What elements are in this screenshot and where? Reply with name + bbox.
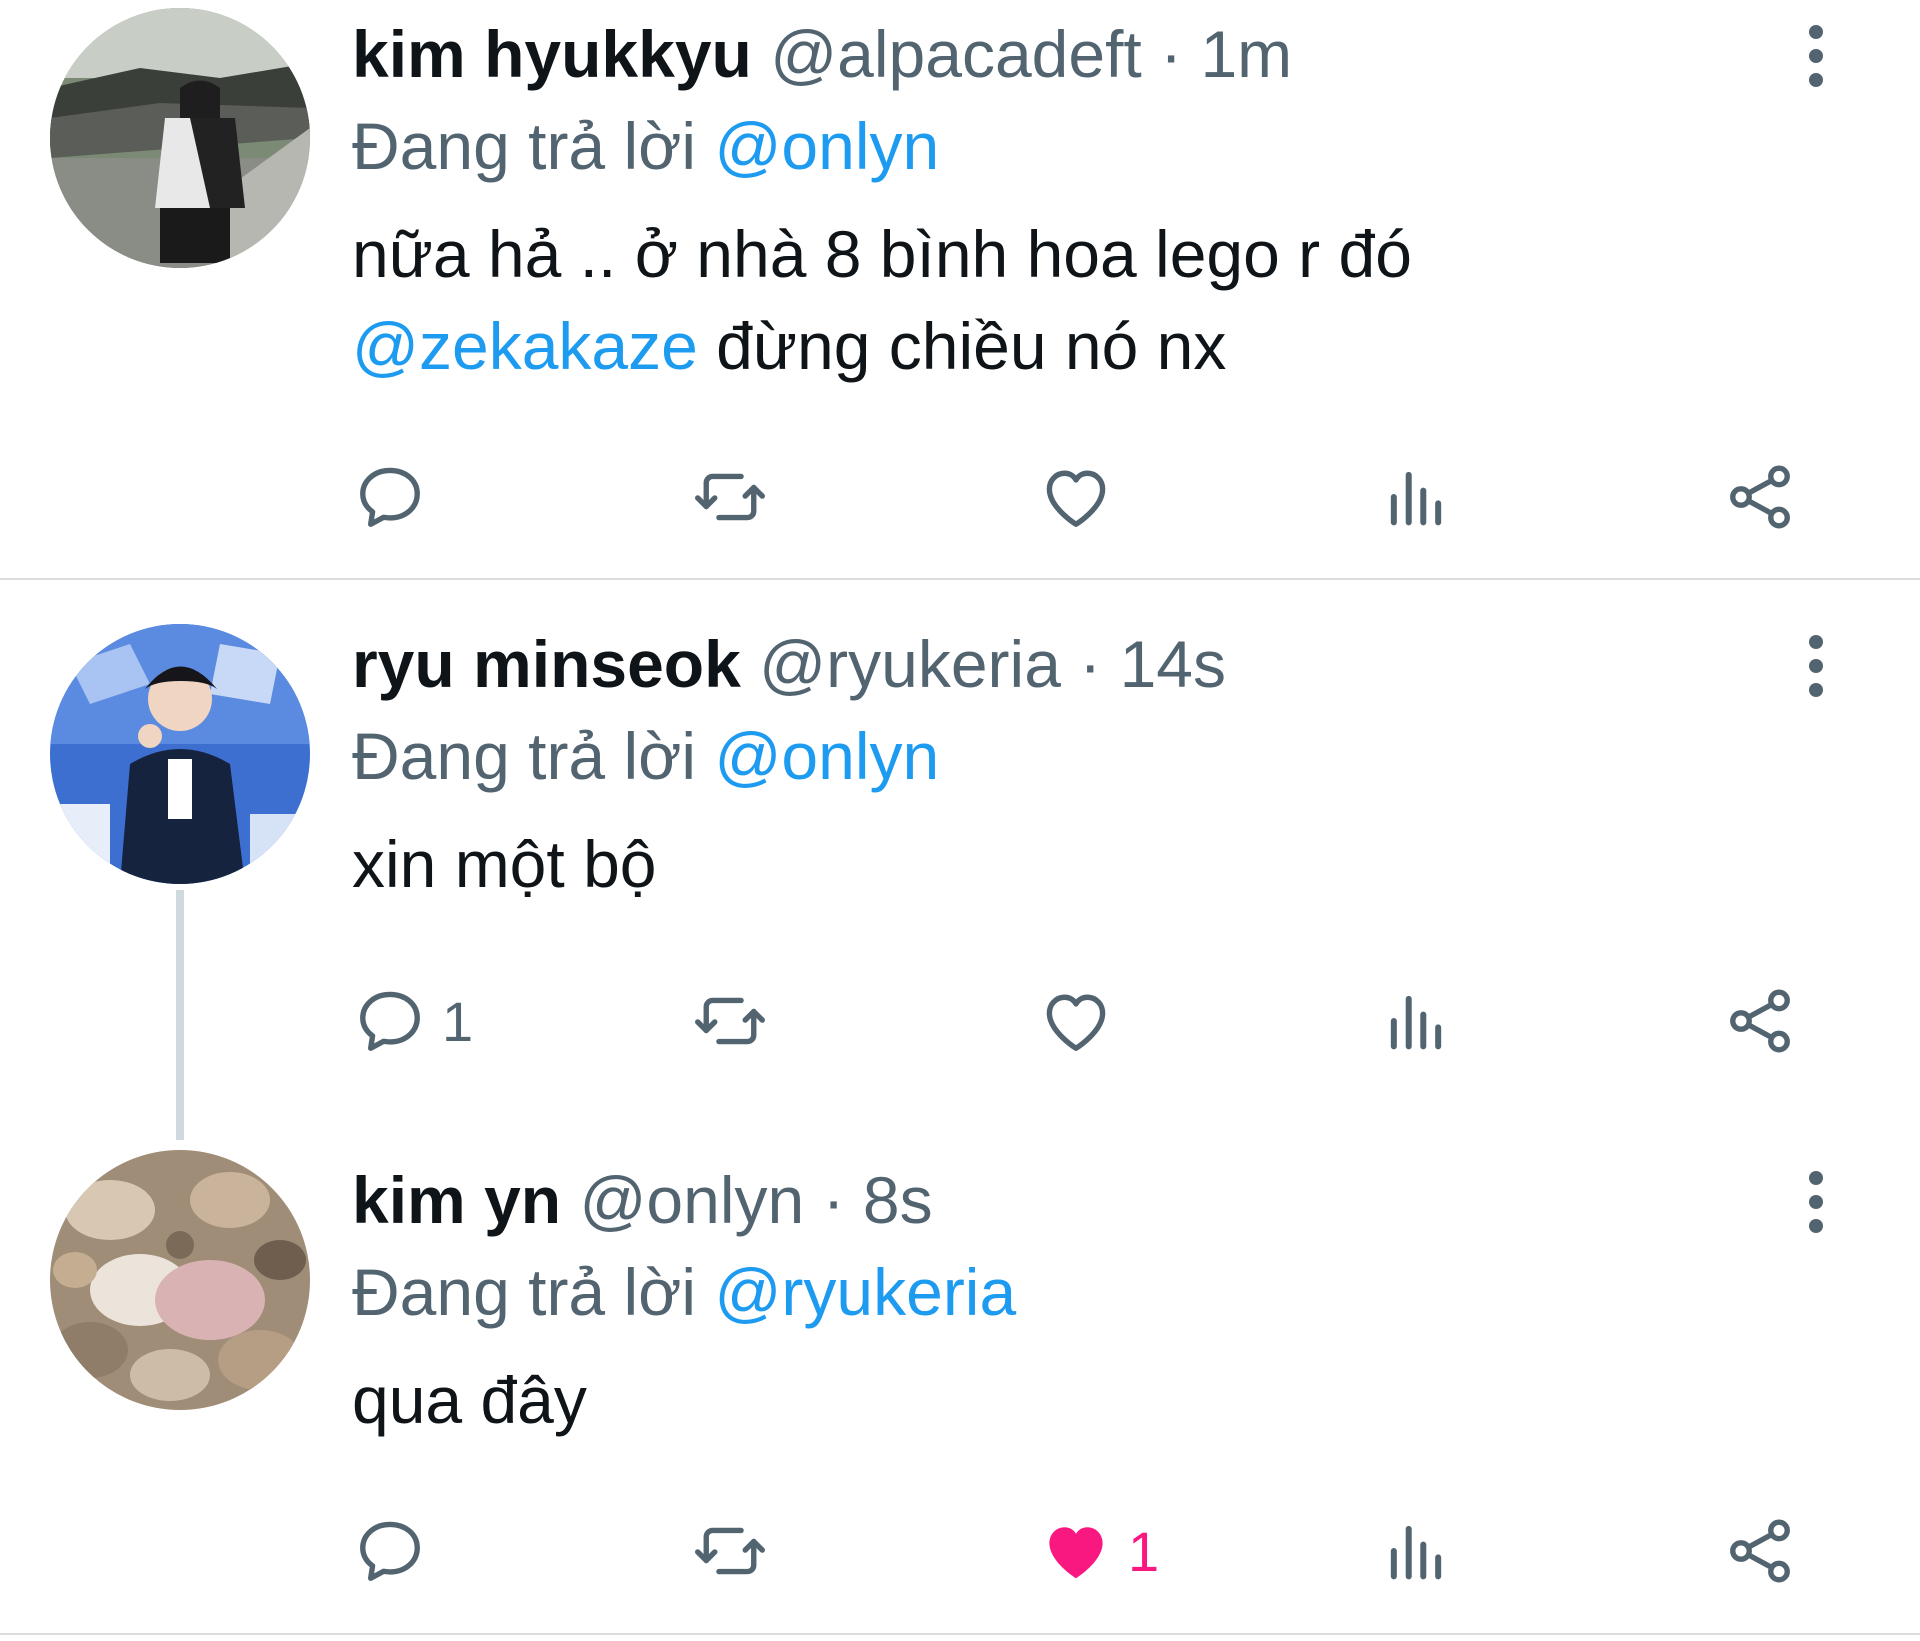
like-button[interactable] [1038,976,1128,1066]
reply-prefix: Đang trả lời [352,109,697,183]
views-icon [1378,983,1454,1059]
retweet-icon [692,983,768,1059]
share-button[interactable] [1722,452,1798,542]
tweet-text-line: nữa hả .. ở nhà 8 bình hoa lego r đó [352,217,1412,291]
reply-prefix: Đang trả lời [352,1255,697,1329]
like-icon [1038,459,1114,535]
replying-to: Đang trả lời @onlyn [352,106,1920,186]
user-handle[interactable]: @ryukeria [759,627,1061,701]
tweet-header: ryu minseok @ryukeria · 14s [352,624,1920,704]
reply-icon [352,459,428,535]
reply-prefix: Đang trả lời [352,719,697,793]
timestamp[interactable]: 14s [1120,627,1226,701]
tweet[interactable]: kim yn @onlyn · 8s Đang trả lời @ryukeri… [0,1140,1920,1630]
display-name[interactable]: ryu minseok [352,627,741,701]
avatar[interactable] [50,624,310,884]
separator-dot: · [1160,17,1183,91]
reply-to-mention[interactable]: @ryukeria [714,1255,1016,1329]
views-button[interactable] [1378,452,1454,542]
text-mention[interactable]: @zekakaze [352,309,698,383]
separator-dot: · [822,1163,845,1237]
tweet-text-rest: đừng chiều nó nx [697,309,1227,383]
like-button[interactable] [1038,452,1128,542]
action-bar [352,452,1832,542]
reply-button[interactable] [352,1506,442,1596]
views-icon [1378,459,1454,535]
tweet-divider [0,1633,1920,1635]
replying-to: Đang trả lời @onlyn [352,716,1920,796]
views-icon [1378,1513,1454,1589]
reply-icon [352,983,428,1059]
reply-to-mention[interactable]: @onlyn [714,719,939,793]
views-button[interactable] [1378,1506,1454,1596]
tweet-text: qua đây [352,1363,587,1437]
reply-button[interactable]: 1 [352,976,473,1066]
like-icon-filled [1038,1513,1114,1589]
separator-dot: · [1079,627,1102,701]
views-button[interactable] [1378,976,1454,1066]
tweet-header: kim yn @onlyn · 8s [352,1160,1920,1240]
reply-to-mention[interactable]: @onlyn [714,109,939,183]
avatar-image [50,1150,310,1410]
retweet-icon [692,1513,768,1589]
avatar[interactable] [50,1150,310,1410]
timestamp[interactable]: 1m [1200,17,1292,91]
more-icon[interactable] [1788,16,1844,96]
action-bar: 1 [352,976,1832,1066]
share-icon [1722,459,1798,535]
tweet-header: kim hyukkyu @alpacadeft · 1m [352,14,1920,94]
like-icon [1038,983,1114,1059]
display-name[interactable]: kim hyukkyu [352,17,752,91]
replying-to: Đang trả lời @ryukeria [352,1252,1920,1332]
timestamp[interactable]: 8s [863,1163,933,1237]
share-icon [1722,983,1798,1059]
tweet-text: xin một bộ [352,827,657,901]
share-button[interactable] [1722,976,1798,1066]
like-button[interactable]: 1 [1038,1506,1159,1596]
display-name[interactable]: kim yn [352,1163,561,1237]
share-button[interactable] [1722,1506,1798,1596]
retweet-button[interactable] [692,976,768,1066]
retweet-icon [692,459,768,535]
avatar[interactable] [50,8,310,268]
more-icon[interactable] [1788,626,1844,706]
tweet-text: nữa hả .. ở nhà 8 bình hoa lego r đó @ze… [352,208,1920,392]
reply-icon [352,1513,428,1589]
tweet[interactable]: kim hyukkyu @alpacadeft · 1m Đang trả lờ… [0,0,1920,578]
like-count: 1 [1128,1519,1160,1583]
reply-button[interactable] [352,452,442,542]
avatar-image [50,624,310,884]
thread-connector [176,890,184,1140]
retweet-button[interactable] [692,452,768,542]
user-handle[interactable]: @alpacadeft [770,17,1142,91]
user-handle[interactable]: @onlyn [579,1163,804,1237]
action-bar: 1 [352,1506,1832,1596]
share-icon [1722,1513,1798,1589]
more-icon[interactable] [1788,1162,1844,1242]
retweet-button[interactable] [692,1506,768,1596]
avatar-image [50,8,310,268]
tweet[interactable]: ryu minseok @ryukeria · 14s Đang trả lời… [0,580,1920,1140]
reply-count: 1 [442,989,474,1053]
